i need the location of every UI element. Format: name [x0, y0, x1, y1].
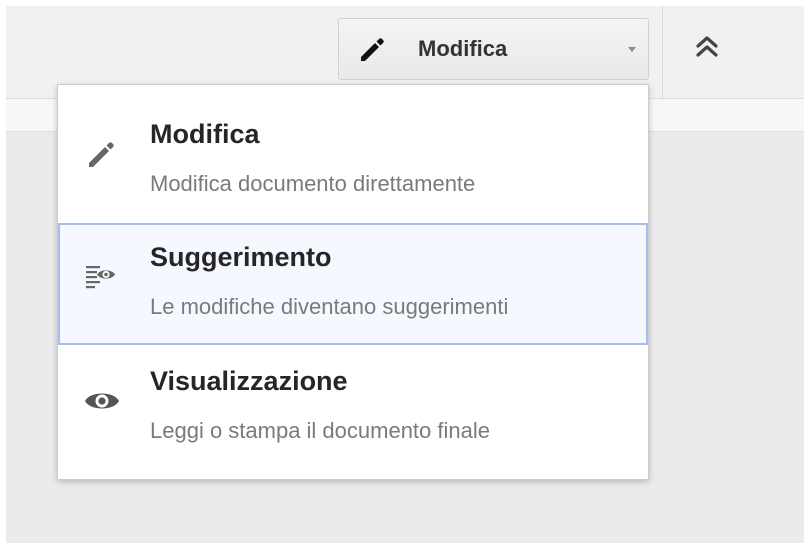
- app-window: Modifica Modifica Modifica documento dir…: [0, 0, 804, 543]
- double-chevron-up-icon[interactable]: [690, 30, 724, 64]
- pencil-icon: [361, 38, 384, 61]
- menu-item-title: Modifica: [150, 119, 260, 149]
- menu-item-view[interactable]: Visualizzazione Leggi o stampa il docume…: [58, 347, 648, 469]
- menu-item-description: Modifica documento direttamente: [150, 171, 476, 196]
- toolbar-divider: [662, 6, 663, 98]
- menu-item-title: Suggerimento: [150, 242, 332, 272]
- pencil-icon: [89, 142, 114, 167]
- editing-mode-label: Modifica: [418, 36, 508, 61]
- editing-mode-dropdown-button[interactable]: Modifica: [338, 18, 649, 80]
- eye-icon: [85, 393, 119, 409]
- suggestion-icon: [86, 266, 115, 289]
- menu-item-title: Visualizzazione: [150, 366, 348, 396]
- editing-mode-menu: Modifica Modifica documento direttamente…: [57, 84, 649, 480]
- menu-item-description: Le modifiche diventano suggerimenti: [150, 294, 509, 319]
- menu-item-edit[interactable]: Modifica Modifica documento direttamente: [58, 100, 648, 222]
- menu-item-description: Leggi o stampa il documento finale: [150, 418, 490, 443]
- chevron-down-icon: [628, 47, 636, 52]
- menu-item-suggest[interactable]: Suggerimento Le modifiche diventano sugg…: [58, 223, 648, 345]
